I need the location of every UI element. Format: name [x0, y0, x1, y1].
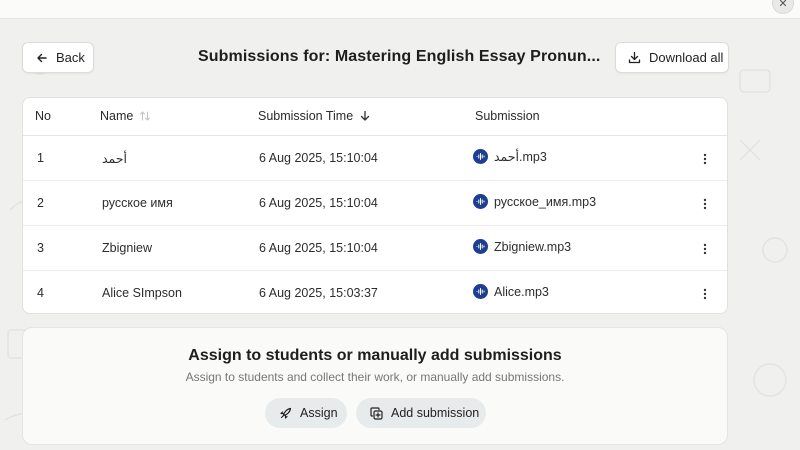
assign-button-label: Assign: [300, 406, 338, 420]
file-name: أحمد.mp3: [494, 150, 547, 164]
download-all-button[interactable]: Download all: [615, 42, 729, 73]
student-name: Alice SImpson: [102, 286, 182, 300]
submission-file[interactable]: Zbigniew.mp3: [473, 239, 571, 254]
file-name: Alice.mp3: [494, 284, 549, 299]
copy-plus-icon: [370, 406, 383, 420]
submission-time: 6 Aug 2025, 15:03:37: [259, 286, 378, 300]
table-header: No Name Submission Time Submission: [23, 98, 727, 136]
row-number: 3: [37, 241, 44, 255]
arrow-left-icon: [37, 53, 47, 62]
row-menu-button[interactable]: [695, 284, 715, 304]
add-submission-button[interactable]: Add submission: [356, 398, 486, 428]
audio-file-icon: [473, 239, 488, 254]
rocket-icon: [280, 407, 292, 419]
more-vertical-icon: [703, 198, 707, 210]
submission-file[interactable]: русское_имя.mp3: [473, 194, 596, 209]
table-row[interactable]: 1 أحمد 6 Aug 2025, 15:10:04 أحمد.mp3: [23, 136, 727, 181]
top-bar: [0, 0, 800, 19]
audio-file-icon: [473, 194, 488, 209]
submission-time: 6 Aug 2025, 15:10:04: [259, 241, 378, 255]
row-number: 2: [37, 196, 44, 210]
column-header-submission: Submission: [475, 109, 540, 123]
submission-file[interactable]: Alice.mp3: [473, 284, 549, 299]
submission-time: 6 Aug 2025, 15:10:04: [259, 196, 378, 210]
row-menu-button[interactable]: [695, 239, 715, 259]
submission-file[interactable]: أحمد.mp3: [473, 149, 547, 164]
student-name: أحمد: [102, 152, 127, 166]
file-name: Zbigniew.mp3: [494, 239, 572, 254]
audio-file-icon: [473, 149, 488, 164]
student-name: русское имя: [102, 196, 173, 210]
more-vertical-icon: [703, 243, 707, 255]
more-vertical-icon: [703, 288, 707, 300]
student-name: Zbigniew: [102, 241, 153, 255]
column-header-no: No: [35, 109, 51, 123]
column-header-submission-time[interactable]: Submission Time: [258, 109, 371, 123]
file-name: русское_имя.mp3: [494, 194, 597, 209]
table-row[interactable]: 4 Alice SImpson 6 Aug 2025, 15:03:37 Ali…: [23, 271, 727, 313]
audio-file-icon: [473, 284, 488, 299]
assign-panel-subtitle: Assign to students and collect their wor…: [185, 370, 565, 384]
more-vertical-icon: [703, 153, 707, 165]
table-row[interactable]: 2 русское имя 6 Aug 2025, 15:10:04 русск…: [23, 181, 727, 226]
assign-button[interactable]: Assign: [265, 398, 347, 428]
column-header-name[interactable]: Name: [100, 109, 151, 123]
download-all-label: Download all: [649, 50, 724, 65]
assign-panel: Assign to students or manually add submi…: [22, 327, 728, 445]
back-button[interactable]: Back: [22, 42, 94, 73]
back-button-label: Back: [56, 50, 85, 65]
download-icon: [628, 51, 641, 64]
row-menu-button[interactable]: [695, 149, 715, 169]
add-submission-label: Add submission: [391, 406, 480, 420]
page-title: Submissions for: Mastering English Essay…: [198, 48, 601, 65]
row-number: 1: [37, 151, 44, 165]
assign-panel-title: Assign to students or manually add submi…: [188, 347, 562, 364]
row-menu-button[interactable]: [695, 194, 715, 214]
sort-arrows-icon: [140, 111, 151, 121]
row-number: 4: [37, 286, 44, 300]
submissions-table: No Name Submission Time Submission 1 أحم…: [22, 97, 728, 314]
table-row[interactable]: 3 Zbigniew 6 Aug 2025, 15:10:04 Zbigniew…: [23, 226, 727, 271]
arrow-down-icon: [361, 110, 370, 121]
submission-time: 6 Aug 2025, 15:10:04: [259, 151, 378, 165]
